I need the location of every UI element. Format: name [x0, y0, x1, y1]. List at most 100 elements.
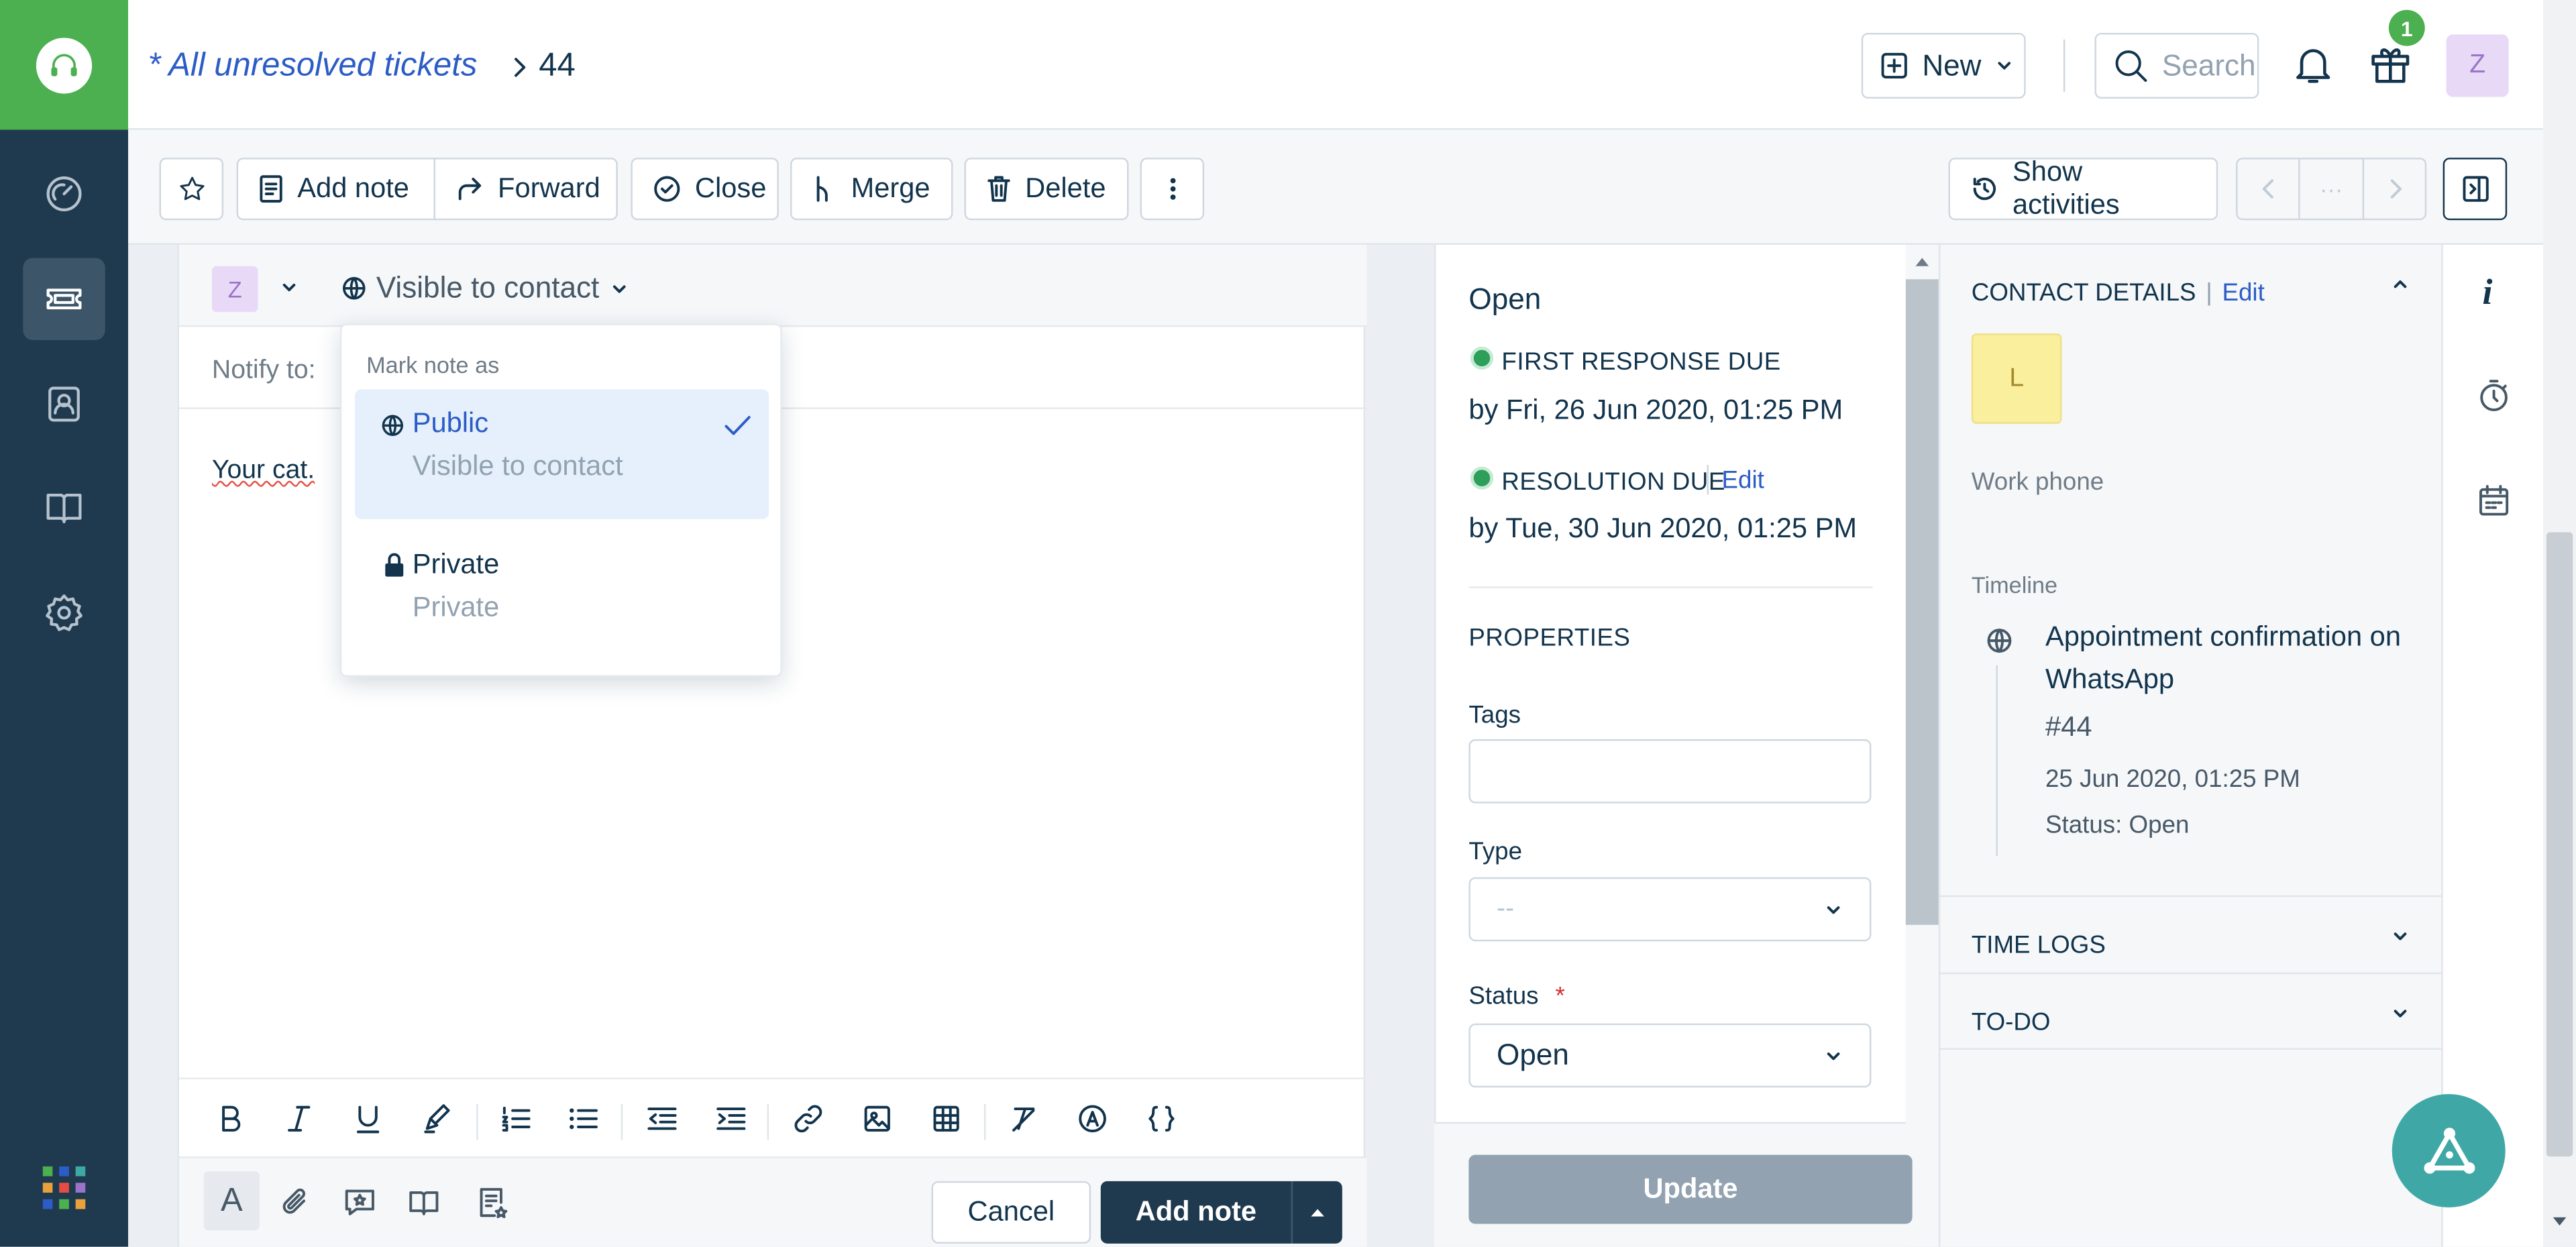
option-private-description: Private	[412, 591, 500, 623]
user-avatar[interactable]: Z	[2446, 34, 2509, 97]
update-button[interactable]: Update	[1468, 1154, 1913, 1224]
bold-icon[interactable]	[215, 1102, 245, 1135]
note-icon	[260, 175, 282, 203]
tickets-nav-button[interactable]	[23, 258, 105, 340]
chevron-right-icon	[2390, 179, 2401, 199]
trash-icon	[987, 176, 1010, 202]
vertical-dots-icon	[1169, 178, 1175, 200]
option-public[interactable]: Public Visible to contact	[354, 389, 769, 519]
table-icon[interactable]	[930, 1102, 963, 1135]
merge-button[interactable]: Merge	[790, 158, 953, 221]
option-public-label: Public	[412, 407, 489, 439]
code-braces-icon[interactable]	[1145, 1102, 1178, 1135]
status-label-text: Status	[1468, 982, 1539, 1011]
toggle-sidebar-button[interactable]	[2443, 158, 2508, 221]
required-indicator: *	[1555, 982, 1565, 1011]
star-button[interactable]	[159, 158, 224, 221]
status-value: Open	[1497, 1038, 1569, 1071]
show-activities-button[interactable]: Show activities	[1948, 156, 2218, 221]
todo-header[interactable]: TO-DO	[1972, 1009, 2051, 1037]
dropdown-title: Mark note as	[366, 351, 500, 378]
contact-edit-link[interactable]: Edit	[2222, 279, 2265, 307]
link-icon[interactable]	[792, 1102, 824, 1135]
add-note-button[interactable]: Add note	[236, 158, 435, 221]
image-icon[interactable]	[861, 1102, 894, 1135]
type-value: --	[1497, 894, 1515, 923]
type-select[interactable]: --	[1468, 877, 1872, 942]
time-logs-header[interactable]: TIME LOGS	[1972, 932, 2106, 960]
search-input[interactable]: Search	[2094, 32, 2259, 99]
gift-icon[interactable]	[2367, 40, 2414, 89]
close-ticket-button[interactable]: Close	[631, 158, 779, 221]
underline-icon[interactable]	[354, 1102, 383, 1135]
dashboard-nav-button[interactable]	[23, 153, 105, 235]
highlighter-icon[interactable]	[422, 1102, 451, 1135]
info-icon[interactable]: i	[2482, 271, 2492, 314]
section-divider	[1940, 895, 2443, 898]
visibility-toggle[interactable]: Visible to contact	[341, 271, 629, 305]
app-logo[interactable]	[0, 0, 129, 130]
chevron-down-icon[interactable]	[279, 278, 299, 297]
add-note-label: Add note	[297, 172, 409, 204]
resolution-edit-link[interactable]: Edit	[1722, 467, 1764, 495]
notify-to-label[interactable]: Notify to:	[212, 356, 316, 386]
close-label: Close	[694, 172, 767, 204]
check-circle-icon	[654, 176, 680, 202]
numbered-list-icon[interactable]	[499, 1102, 532, 1135]
properties-heading: PROPERTIES	[1468, 624, 1631, 653]
calendar-icon[interactable]	[2477, 483, 2510, 519]
option-private-label: Private	[412, 548, 500, 580]
scroll-down-arrow[interactable]	[2551, 1215, 2567, 1229]
italic-icon[interactable]	[284, 1102, 314, 1135]
forward-button[interactable]: Forward	[433, 158, 618, 221]
freddy-assistant-button[interactable]	[2392, 1094, 2506, 1208]
add-note-options-button[interactable]	[1291, 1181, 1342, 1244]
title-separator: |	[2206, 279, 2212, 307]
page-scrollbar-thumb[interactable]	[2546, 532, 2573, 1157]
agent-avatar[interactable]: Z	[211, 266, 258, 313]
next-ticket-button[interactable]	[2362, 158, 2427, 221]
chevron-up-icon[interactable]	[2390, 274, 2410, 294]
bell-icon[interactable]	[2290, 40, 2337, 89]
note-body-text[interactable]: Your cat.	[212, 457, 315, 486]
chevron-down-icon[interactable]	[2390, 1004, 2410, 1023]
clear-format-icon[interactable]	[1007, 1102, 1040, 1135]
breadcrumb-link[interactable]: * All unresolved tickets	[148, 48, 477, 85]
add-note-submit-button[interactable]: Add note	[1100, 1181, 1291, 1244]
chevron-down-icon[interactable]	[2390, 926, 2410, 946]
canned-response-icon[interactable]	[343, 1185, 376, 1221]
new-button[interactable]: New	[1861, 32, 2026, 99]
type-label: Type	[1468, 837, 1523, 866]
indent-icon[interactable]	[714, 1102, 747, 1135]
previous-ticket-button[interactable]	[2236, 158, 2300, 221]
more-options-button[interactable]	[1140, 158, 1205, 221]
signature-doc-icon[interactable]	[476, 1185, 509, 1221]
merge-label: Merge	[851, 172, 930, 204]
tags-input[interactable]	[1468, 739, 1872, 804]
knowledge-base-nav-button[interactable]	[23, 467, 105, 549]
timeline-item-title[interactable]: Appointment confirmation on WhatsApp	[2045, 616, 2407, 701]
contacts-nav-button[interactable]	[23, 363, 105, 445]
ticket-pager-menu[interactable]: ···	[2298, 158, 2365, 221]
top-header: * All unresolved tickets 44 New Search 1…	[128, 0, 2544, 130]
notification-badge: 1	[2388, 9, 2425, 46]
option-private[interactable]: Private Private	[355, 531, 769, 660]
scroll-up-arrow[interactable]	[1914, 255, 1930, 268]
timeline-line	[1996, 665, 1998, 856]
delete-button[interactable]: Delete	[964, 158, 1129, 221]
spellcheck-icon[interactable]	[1076, 1102, 1109, 1135]
paperclip-icon[interactable]	[279, 1185, 312, 1221]
timer-icon[interactable]	[2477, 378, 2510, 414]
status-select[interactable]: Open	[1468, 1023, 1872, 1088]
globe-icon	[342, 277, 366, 300]
tags-label: Tags	[1468, 701, 1521, 730]
outdent-icon[interactable]	[645, 1102, 678, 1135]
solutions-book-icon[interactable]	[407, 1185, 440, 1221]
cancel-button[interactable]: Cancel	[931, 1181, 1091, 1244]
section-divider	[1468, 586, 1873, 588]
admin-nav-button[interactable]	[23, 572, 105, 653]
bullet-list-icon[interactable]	[567, 1102, 600, 1135]
apps-grid-icon[interactable]	[42, 1166, 86, 1209]
text-format-icon[interactable]: A	[203, 1171, 260, 1231]
properties-scrollbar-thumb[interactable]	[1905, 279, 1939, 925]
